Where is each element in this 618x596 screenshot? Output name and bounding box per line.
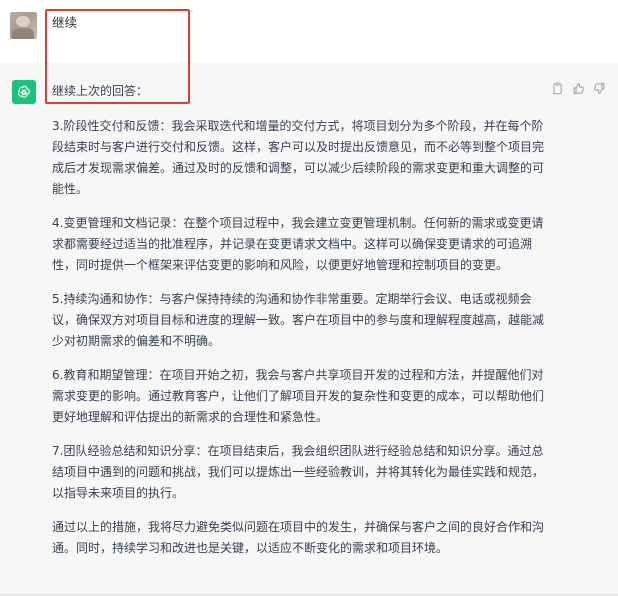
clipboard-icon[interactable] [551,82,564,95]
thumbs-down-icon[interactable] [593,82,606,95]
answer-paragraph: 4.变更管理和文档记录：在整个项目过程中，我会建立变更管理机制。任何新的需求或变… [52,216,544,272]
answer-intro: 继续上次的回答： [52,84,149,98]
openai-logo-icon [12,80,36,104]
answer-paragraph: 3.阶段性交付和反馈：我会采取迭代和增量的交付方式，将项目划分为多个阶段，并在每… [52,119,545,196]
thumbs-up-icon[interactable] [572,82,585,95]
answer-paragraph: 6.教育和期望管理：在项目开始之初，我会与客户共享项目开发的过程和方法，并提醒他… [52,368,545,424]
assistant-answer: 继续上次的回答： 3.阶段性交付和反馈：我会采取迭代和增量的交付方式，将项目划分… [52,81,548,572]
openai-logo-svg [17,85,30,98]
answer-paragraph: 通过以上的措施，我将尽力避免类似问题在项目中的发生，并确保与客户之间的良好合作和… [52,520,545,555]
chat-page: 继续 继续上次的回答： 3.阶段性交付和反馈：我会采取迭代和增量的交付方式，将项… [0,0,618,596]
user-message-text: 继续 [52,15,78,30]
user-message-row: 继续 [0,0,618,63]
answer-paragraph: 7.团队经验总结和知识分享：在项目结束后，我会组织团队进行经验总结和知识分享。通… [52,444,545,500]
user-avatar [10,12,37,39]
message-actions [551,82,606,95]
assistant-message-row: 继续上次的回答： 3.阶段性交付和反馈：我会采取迭代和增量的交付方式，将项目划分… [0,62,618,596]
answer-paragraph: 5.持续沟通和协作：与客户保持持续的沟通和协作非常重要。定期举行会议、电话或视频… [52,292,545,348]
